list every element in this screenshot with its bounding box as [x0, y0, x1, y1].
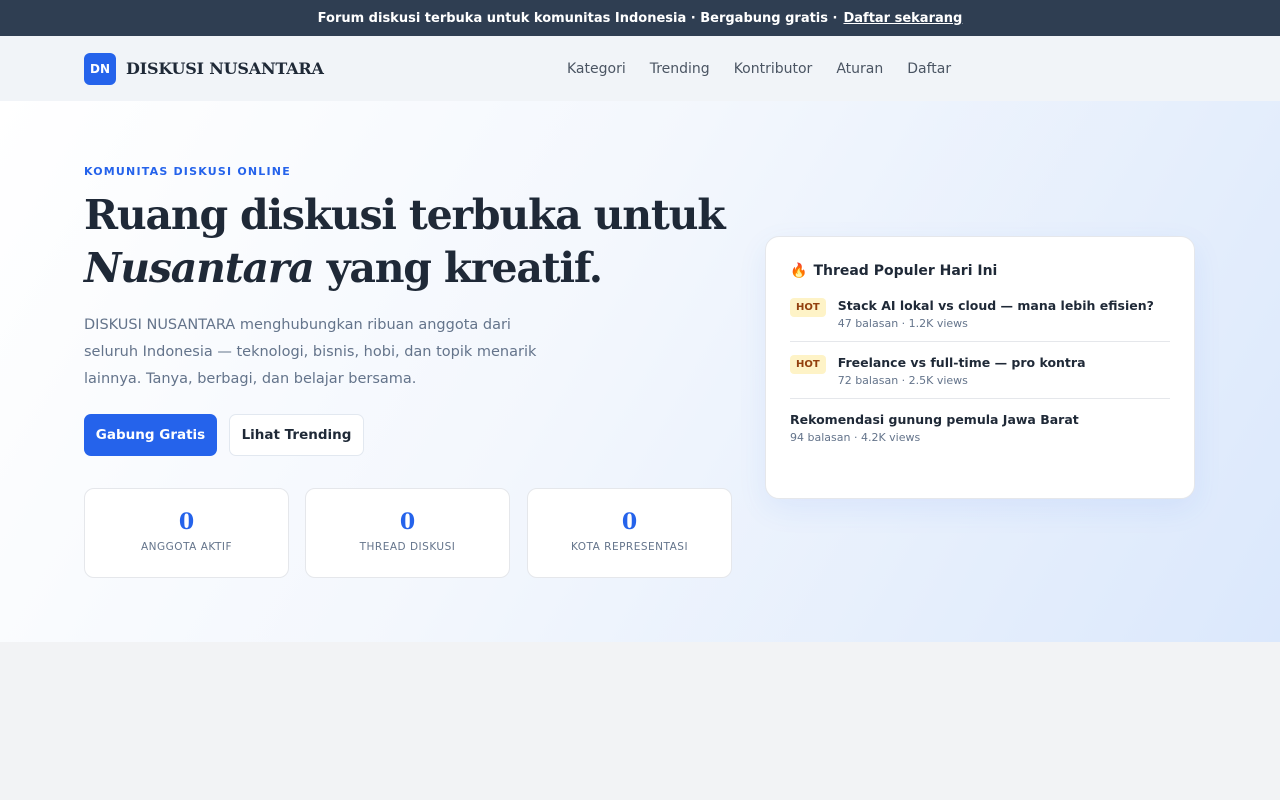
headline-line2: yang kreatif.	[313, 244, 603, 292]
nav-aturan[interactable]: Aturan	[836, 61, 883, 77]
thread-title[interactable]: Stack AI lokal vs cloud — mana lebih efi…	[838, 297, 1154, 315]
hero-headline: Ruang diskusi terbuka untuk Nusantara ya…	[84, 189, 764, 295]
main-nav: Kategori Trending Kontributor Aturan Daf…	[567, 36, 951, 101]
announcement-bar: Forum diskusi terbuka untuk komunitas In…	[0, 0, 1280, 36]
stat-value: 0	[178, 509, 195, 535]
thread-meta: 72 balasan · 2.5K views	[837, 374, 968, 387]
nav-kontributor[interactable]: Kontributor	[734, 61, 813, 77]
stat-value: 0	[621, 509, 638, 535]
thread-item[interactable]: Rekomendasi gunung pemula Jawa Barat 94 …	[790, 399, 1170, 455]
thread-title[interactable]: Freelance vs full-time — pro kontra	[838, 354, 1086, 372]
hero-description: DISKUSI NUSANTARA menghubungkan ribuan a…	[84, 317, 537, 387]
thread-meta: 47 balasan · 1.2K views	[837, 317, 968, 330]
site-header: DN DISKUSI NUSANTARA Kategori Trending K…	[0, 36, 1280, 101]
brand-name: DISKUSI NUSANTARA	[126, 59, 324, 78]
hero-eyebrow: KOMUNITAS DISKUSI ONLINE	[84, 165, 291, 178]
stat-label: ANGGOTA AKTIF	[141, 541, 232, 553]
brand[interactable]: DN DISKUSI NUSANTARA	[84, 52, 324, 85]
stat-label: KOTA REPRESENTASI	[570, 541, 689, 553]
thread-item[interactable]: HOT Stack AI lokal vs cloud — mana lebih…	[790, 297, 1170, 342]
thread-item[interactable]: HOT Freelance vs full-time — pro kontra …	[790, 342, 1170, 399]
headline-line1: Ruang diskusi terbuka untuk	[84, 191, 726, 239]
popular-threads-card: 🔥 Thread Populer Hari Ini HOT Stack AI l…	[765, 236, 1195, 499]
hot-badge: HOT	[790, 355, 826, 374]
announcement-text: Forum diskusi terbuka untuk komunitas In…	[317, 10, 838, 26]
popular-threads-title: 🔥 Thread Populer Hari Ini	[790, 263, 1170, 279]
headline-italic: Nusantara	[84, 244, 315, 292]
popular-threads-heading: Thread Populer Hari Ini	[813, 263, 998, 279]
logo-badge: DN	[84, 52, 116, 85]
stat-label: THREAD DISKUSI	[359, 541, 456, 553]
nav-kategori[interactable]: Kategori	[567, 61, 626, 77]
hot-badge: HOT	[790, 298, 826, 317]
nav-daftar[interactable]: Daftar	[907, 61, 951, 77]
hero-section: KOMUNITAS DISKUSI ONLINE Ruang diskusi t…	[0, 101, 1280, 642]
thread-meta: 94 balasan · 4.2K views	[790, 431, 921, 444]
register-now-link[interactable]: Daftar sekarang	[843, 11, 962, 26]
stat-card-members: 0 ANGGOTA AKTIF	[84, 488, 289, 578]
nav-trending[interactable]: Trending	[650, 61, 710, 77]
stat-card-cities: 0 KOTA REPRESENTASI	[527, 488, 732, 578]
join-free-button[interactable]: Gabung Gratis	[84, 414, 217, 456]
stat-card-threads: 0 THREAD DISKUSI	[305, 488, 510, 578]
thread-title[interactable]: Rekomendasi gunung pemula Jawa Barat	[790, 411, 1079, 429]
fire-icon: 🔥	[790, 263, 808, 279]
stat-value: 0	[399, 509, 416, 535]
view-trending-button[interactable]: Lihat Trending	[229, 414, 364, 456]
